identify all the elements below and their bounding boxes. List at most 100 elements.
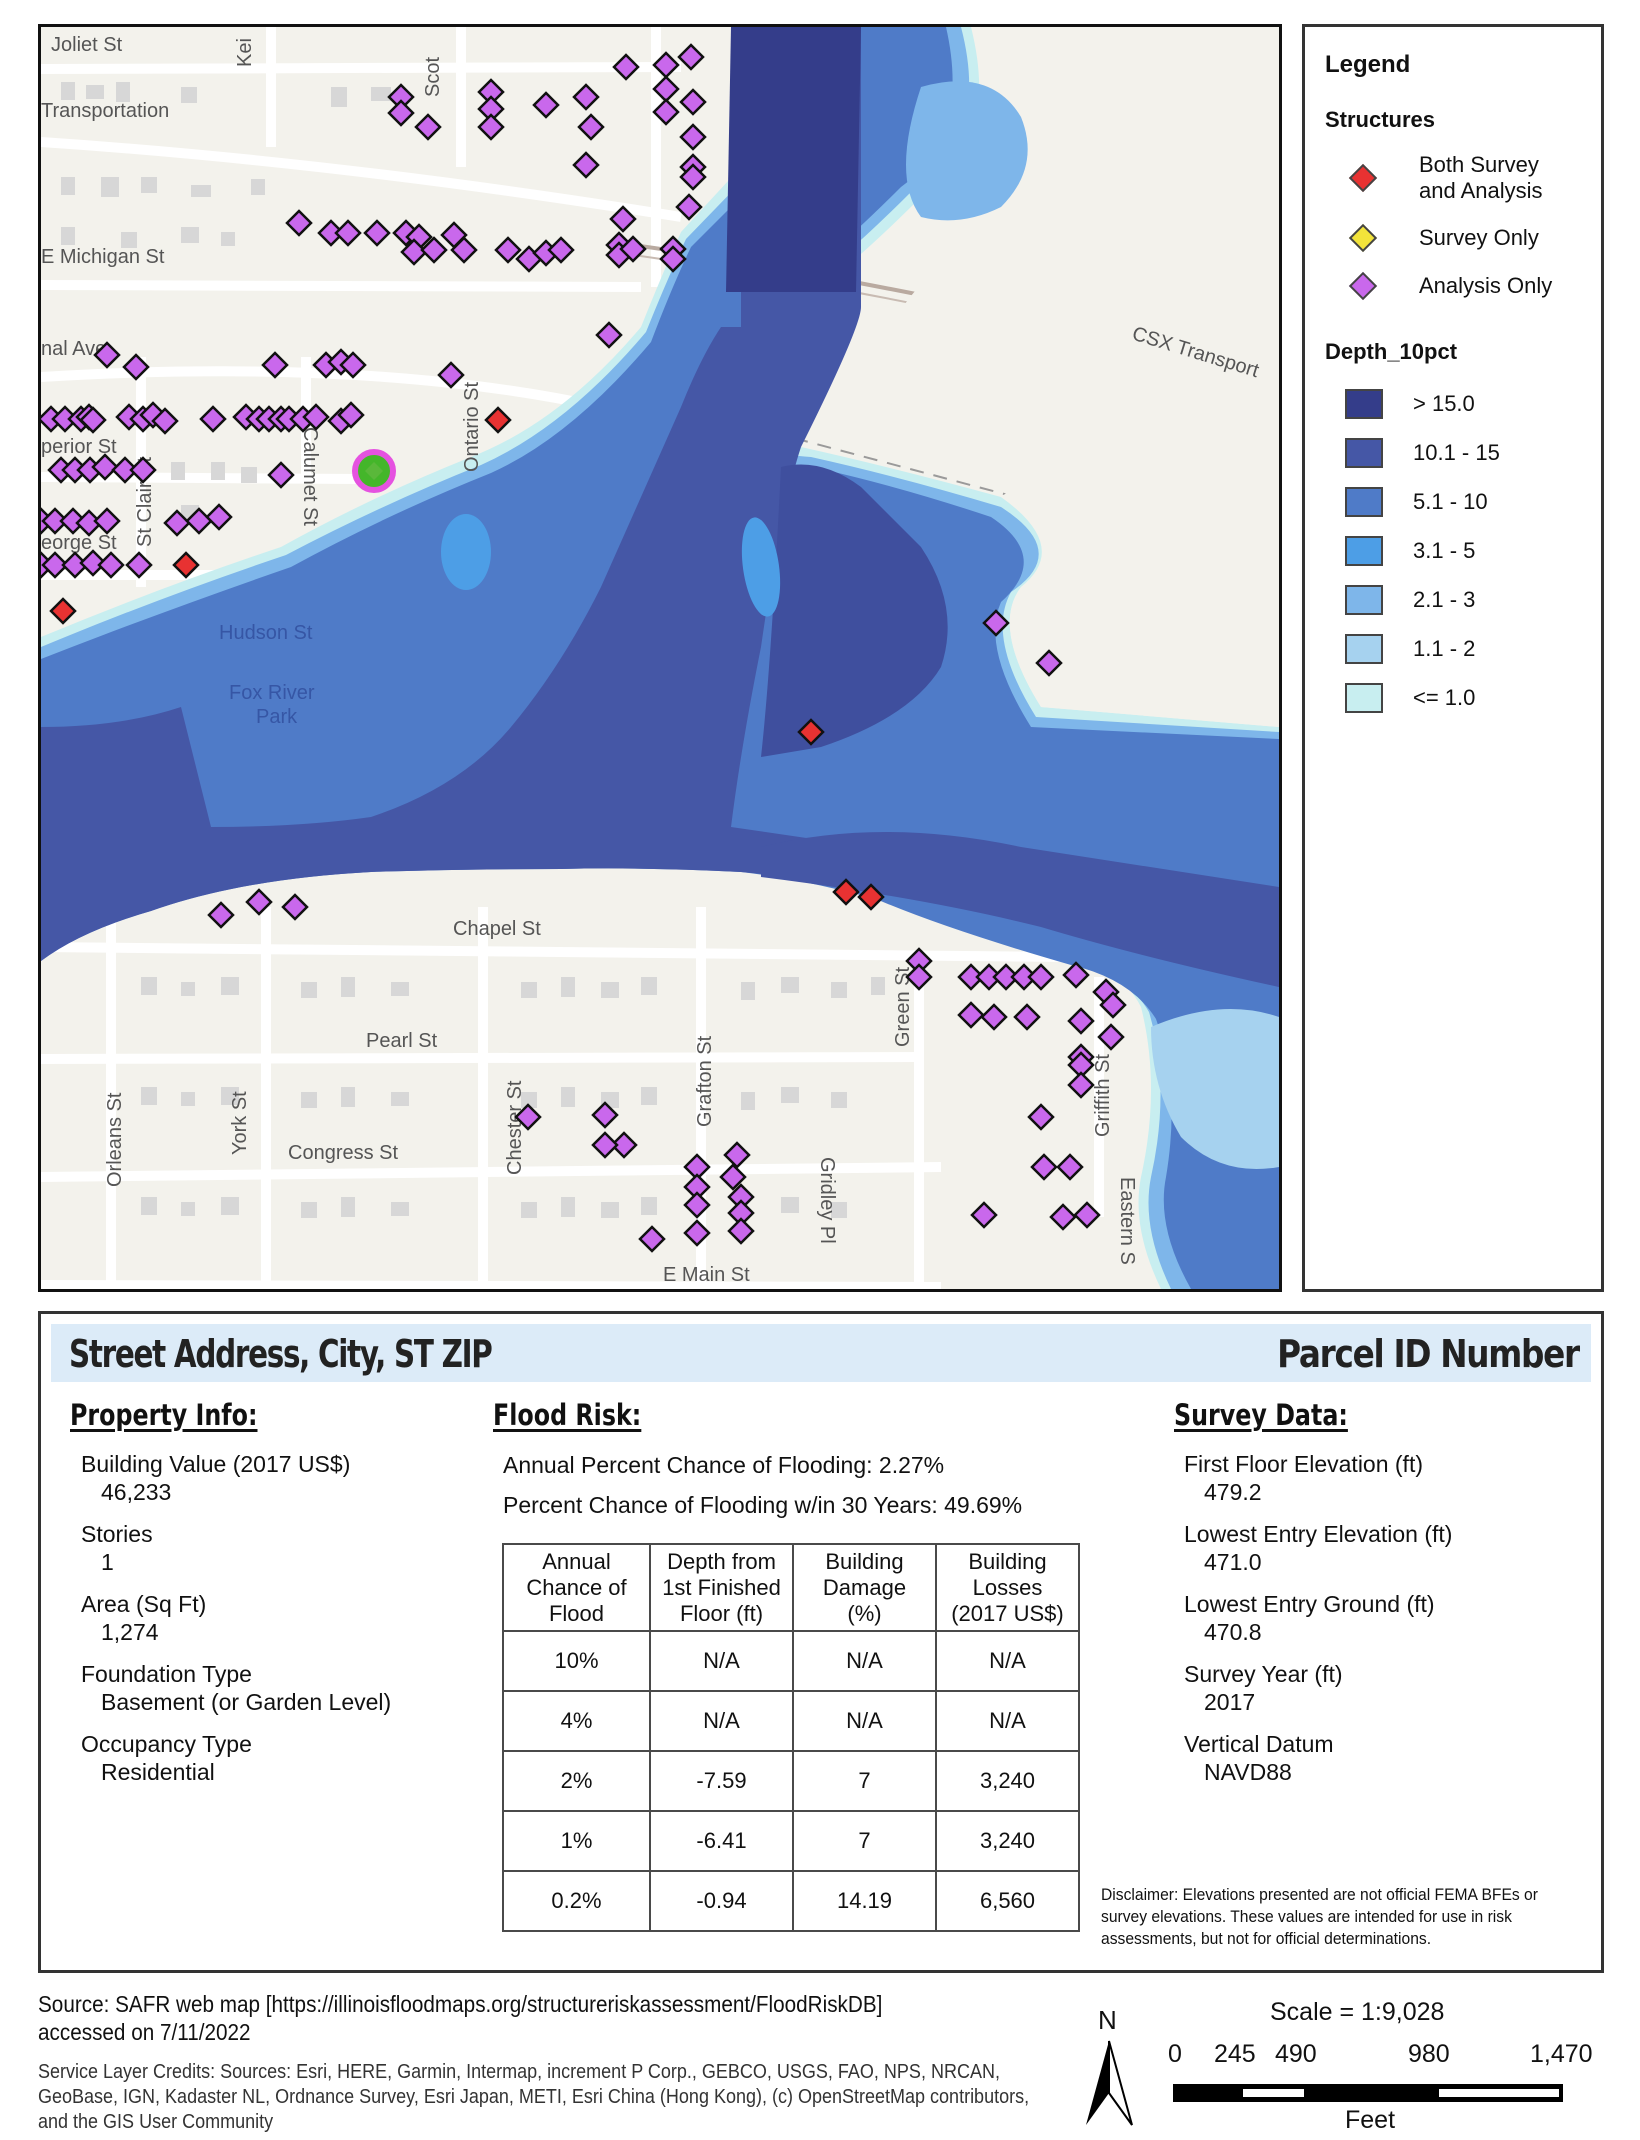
legend-label: Both Survey <box>1419 152 1539 177</box>
field-value: NAVD88 <box>1204 1759 1292 1785</box>
survey-field-first-floor: First Floor Elevation (ft) 479.2 <box>1184 1450 1423 1506</box>
table-cell: 7 <box>792 1810 937 1872</box>
street-address: Street Address, City, ST ZIP <box>69 1332 493 1376</box>
property-field-occupancy: Occupancy Type Residential <box>81 1730 252 1786</box>
field-value: 1,274 <box>101 1619 159 1645</box>
scale-tick-label: 490 <box>1275 2040 1317 2068</box>
street-label: York St <box>229 1091 251 1155</box>
table-cell: 14.19 <box>792 1870 937 1932</box>
purple-diamond-icon <box>1348 271 1378 301</box>
depth-swatch-icon <box>1345 634 1383 664</box>
street-label: E Michigan St <box>41 246 165 268</box>
table-header-row: Annual Chance of Flood Depth from 1st Finis… <box>502 1543 1080 1632</box>
street-label: Chester St <box>504 1080 526 1175</box>
table-row: 4% N/A N/A N/A <box>502 1690 1080 1752</box>
col-header-annual-chance: Annual Chance of Flood <box>502 1543 651 1632</box>
survey-field-lowest-entry-elevation: Lowest Entry Elevation (ft) 471.0 <box>1184 1520 1452 1576</box>
scale-bar-segment <box>1439 2089 1559 2097</box>
legend-depth-class: 5.1 - 10 <box>1345 487 1488 517</box>
depth-swatch-icon <box>1345 536 1383 566</box>
table-cell: 2% <box>502 1750 651 1812</box>
street-label: Joliet St <box>51 34 123 56</box>
street-label: Gridley Pl <box>816 1157 838 1244</box>
legend-depth-class: 10.1 - 15 <box>1345 438 1500 468</box>
street-label: Eastern S <box>1116 1177 1138 1265</box>
field-value: 2017 <box>1204 1689 1256 1715</box>
map-canvas[interactable]: Joliet StTransportationE Michigan Stnal … <box>41 27 1279 1289</box>
scale-ratio: Scale = 1:9,028 <box>1270 1998 1445 2026</box>
thirty-year-flood-chance: Percent Chance of Flooding w/in 30 Years… <box>503 1492 1023 1518</box>
red-diamond-icon <box>1348 163 1378 193</box>
scale-bar-segment <box>1243 2089 1304 2097</box>
col-header-losses: Building Losses (2017 US$) <box>935 1543 1080 1632</box>
scale-tick-label: 980 <box>1408 2040 1450 2068</box>
info-header-band: Street Address, City, ST ZIP Parcel ID N… <box>51 1324 1591 1382</box>
depth-class-label: 10.1 - 15 <box>1413 440 1500 465</box>
street-label: Orleans St <box>104 1092 126 1187</box>
table-cell: N/A <box>649 1630 794 1692</box>
yellow-diamond-icon <box>1348 223 1378 253</box>
water-area-label: Hudson St <box>219 622 313 644</box>
disclaimer-text: Disclaimer: Elevations presented are not… <box>1101 1885 1538 1948</box>
table-cell: -7.59 <box>649 1750 794 1812</box>
table-cell: 6,560 <box>935 1870 1080 1932</box>
table-row: 0.2% -0.94 14.19 6,560 <box>502 1870 1080 1932</box>
depth-class-label: 5.1 - 10 <box>1413 489 1488 514</box>
depth-swatch-icon <box>1345 585 1383 615</box>
depth-class-label: <= 1.0 <box>1413 685 1476 710</box>
survey-data-heading: Survey Data: <box>1174 1398 1348 1432</box>
table-cell: N/A <box>935 1630 1080 1692</box>
depth-swatch-icon <box>1345 389 1383 419</box>
col-header-depth: Depth from 1st Finished Floor (ft) <box>649 1543 794 1632</box>
street-label: Transportation <box>41 100 169 122</box>
water-area-label: Fox River <box>229 682 315 704</box>
field-value: 1 <box>101 1549 114 1575</box>
table-row: 10% N/A N/A N/A <box>502 1630 1080 1692</box>
flood-map[interactable]: Joliet St Transportation E Michigan St nal … <box>38 24 1282 1292</box>
field-label: Area (Sq Ft) <box>81 1591 207 1617</box>
scale-bar <box>1173 2084 1563 2102</box>
field-value: Residential <box>101 1759 215 1785</box>
table-cell: 10% <box>502 1630 651 1692</box>
field-value: 479.2 <box>1204 1479 1262 1505</box>
table-row: 2% -7.59 7 3,240 <box>502 1750 1080 1812</box>
property-field-building-value: Building Value (2017 US$) 46,233 <box>81 1450 350 1506</box>
field-value: 46,233 <box>101 1479 172 1505</box>
water-area-label: Park <box>256 706 298 728</box>
scale-tick-label: 245 <box>1214 2040 1256 2068</box>
legend-depth-class: > 15.0 <box>1345 389 1475 419</box>
table-cell: 7 <box>792 1750 937 1812</box>
source-access-date: accessed on 7/11/2022 <box>38 2019 251 2045</box>
depth-class-label: 1.1 - 2 <box>1413 636 1476 661</box>
table-row: 1% -6.41 7 3,240 <box>502 1810 1080 1872</box>
scale-unit: Feet <box>1345 2106 1396 2134</box>
flood-risk-table: Annual Chance of Flood Depth from 1st Finis… <box>502 1543 1080 1932</box>
table-cell: N/A <box>792 1690 937 1752</box>
table-cell: 0.2% <box>502 1870 651 1932</box>
survey-field-lowest-entry-ground: Lowest Entry Ground (ft) 470.8 <box>1184 1590 1435 1646</box>
street-label: Pearl St <box>366 1030 438 1052</box>
legend-depth-class: <= 1.0 <box>1345 683 1475 713</box>
legend-depth-class: 3.1 - 5 <box>1345 536 1475 566</box>
service-layer-credits: Service Layer Credits: Sources: Esri, HE… <box>38 2061 1030 2133</box>
legend-depth-class: 1.1 - 2 <box>1345 634 1475 664</box>
col-header-damage: Building Damage (%) <box>792 1543 937 1632</box>
scale-tick-label: 0 <box>1168 2040 1182 2068</box>
depth-class-label: 3.1 - 5 <box>1413 538 1476 563</box>
flood-risk-heading: Flood Risk: <box>493 1398 642 1432</box>
property-field-stories: Stories 1 <box>81 1520 153 1576</box>
field-label: First Floor Elevation (ft) <box>1184 1451 1423 1477</box>
north-arrow-icon <box>1086 2040 1133 2126</box>
street-label: Grafton St <box>694 1035 716 1127</box>
legend-structures-heading: Structures <box>1325 107 1436 132</box>
street-label: E Main St <box>663 1264 750 1286</box>
legend-depth-heading: Depth_10pct <box>1325 339 1458 364</box>
depth-swatch-icon <box>1345 438 1383 468</box>
annual-flood-chance: Annual Percent Chance of Flooding: 2.27% <box>503 1452 945 1478</box>
legend-depth-class: 2.1 - 3 <box>1345 585 1475 615</box>
table-cell: N/A <box>792 1630 937 1692</box>
legend-label: Survey Only <box>1419 225 1539 250</box>
field-label: Survey Year (ft) <box>1184 1661 1343 1687</box>
source-citation: Source: SAFR web map [https://illinoisfl… <box>38 1990 882 2046</box>
field-label: Stories <box>81 1521 153 1547</box>
